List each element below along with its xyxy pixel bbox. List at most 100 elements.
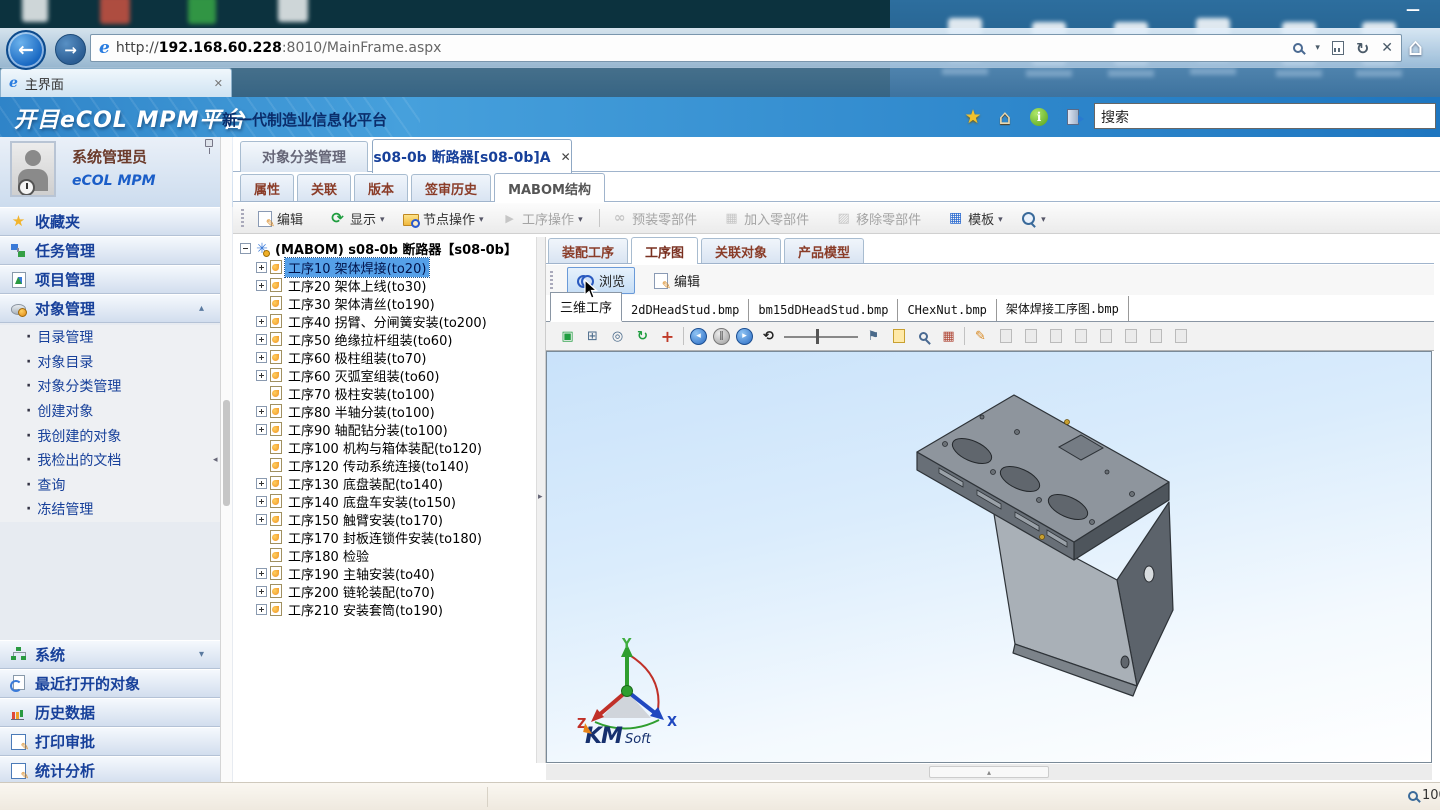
sidebar-subitem[interactable]: 对象目录 [0, 350, 221, 375]
expand-icon[interactable] [256, 406, 267, 417]
sidebar-group-projects[interactable]: 项目管理 [0, 265, 221, 294]
tree-item[interactable]: 工序120 传动系统连接(to140) [238, 456, 534, 474]
tree-item[interactable]: 工序50 绝缘拉杆组装(to60) [238, 330, 534, 348]
expand-icon[interactable] [256, 352, 267, 363]
collapse-panel-button[interactable]: ▴ [929, 766, 1049, 778]
tree-item[interactable]: 工序30 架体清丝(to190) [238, 294, 534, 312]
file-tab[interactable]: bm15dDHeadStud.bmp [749, 299, 898, 321]
tree-item[interactable]: 工序70 极柱安装(to100) [238, 384, 534, 402]
favorites-star-icon[interactable]: ★ [962, 106, 984, 128]
stop-icon[interactable]: ✕ [1381, 40, 1393, 56]
zoom-window-icon[interactable]: ⊞ [583, 327, 602, 346]
zoom-indicator[interactable]: 100% [1408, 788, 1440, 803]
sidebar-scrollbar[interactable]: ◂ [220, 137, 232, 782]
process-operations-button[interactable]: 工序操作 [495, 206, 594, 231]
search-dropdown-icon[interactable]: ▾ [1315, 43, 1320, 53]
sidebar-subitem[interactable]: 目录管理 [0, 325, 221, 350]
expand-icon[interactable] [256, 514, 267, 525]
toolbar-separator[interactable] [964, 327, 965, 345]
sidebar-group-tasks[interactable]: 任务管理 [0, 236, 221, 265]
view-tab[interactable]: 版本 [354, 174, 408, 201]
collapse-arrow-icon[interactable] [199, 649, 211, 660]
expand-icon[interactable] [256, 586, 267, 597]
tree-item[interactable]: 工序210 安装套筒(to190) [238, 600, 534, 618]
remove-parts-button[interactable]: 移除零部件 [829, 206, 941, 231]
add-parts-button[interactable]: 加入零部件 [717, 206, 829, 231]
toolbar-separator[interactable] [683, 327, 684, 345]
expand-icon[interactable] [256, 280, 267, 291]
jump-marker-icon[interactable]: ⚑ [864, 327, 883, 346]
expand-icon[interactable] [256, 370, 267, 381]
browser-tab[interactable]: e 主界面 ✕ [0, 68, 232, 97]
compatibility-view-icon[interactable] [1332, 41, 1344, 55]
tree-item[interactable]: 工序130 底盘装配(to140) [238, 474, 534, 492]
edit-button[interactable]: 编辑 [250, 206, 323, 231]
expand-icon[interactable] [256, 316, 267, 327]
address-bar[interactable]: e http://192.168.60.228:8010/MainFrame.a… [90, 34, 1402, 62]
tab-breaker-object[interactable]: s08-0b 断路器[s08-0b]A ✕ [372, 139, 572, 173]
tree-item[interactable]: 工序140 底盘车安装(to150) [238, 492, 534, 510]
node-operations-button[interactable]: 节点操作 [396, 206, 495, 231]
tree-root[interactable]: ✳ (MABOM) s08-0b 断路器【s08-0b】 [238, 239, 534, 258]
disabled-tool-icon[interactable] [1096, 327, 1115, 346]
disabled-tool-icon[interactable] [996, 327, 1015, 346]
tree-item[interactable]: 工序170 封板连锁件安装(to180) [238, 528, 534, 546]
view-tab[interactable]: 关联 [297, 174, 351, 201]
window-minimize-button[interactable]: — [1406, 2, 1420, 18]
file-tab[interactable]: CHexNut.bmp [898, 299, 996, 321]
disabled-tool-icon[interactable] [1121, 327, 1140, 346]
step-back-icon[interactable]: ◂ [690, 328, 707, 345]
file-tab[interactable]: 2dDHeadStud.bmp [622, 299, 749, 321]
logout-door-icon[interactable] [1067, 109, 1079, 125]
process-tab[interactable]: 产品模型 [784, 238, 864, 263]
file-tab[interactable]: 架体焊接工序图.bmp [997, 296, 1129, 321]
tree-item[interactable]: 工序10 架体焊接(to20) [238, 258, 534, 276]
view-tab[interactable]: MABOM结构 [494, 173, 605, 202]
progress-slider[interactable] [784, 327, 858, 346]
view-tab[interactable]: 属性 [240, 174, 294, 201]
tree-item[interactable]: 工序190 主轴安装(to40) [238, 564, 534, 582]
process-tab[interactable]: 装配工序 [548, 238, 628, 263]
pin-icon[interactable] [205, 139, 213, 147]
sidebar-group-statistics[interactable]: 统计分析 [0, 756, 221, 782]
disabled-tool-icon[interactable] [1071, 327, 1090, 346]
search-tool-button[interactable] [1014, 207, 1057, 230]
view-tab[interactable]: 签审历史 [411, 174, 491, 201]
expand-icon[interactable] [256, 568, 267, 579]
tree-item[interactable]: 工序100 机构与箱体装配(to120) [238, 438, 534, 456]
magnifier-icon[interactable] [914, 327, 933, 346]
sidebar-group-objects[interactable]: 对象管理 [0, 294, 221, 323]
sidebar-subitem[interactable]: 查询 [0, 473, 221, 498]
tab-close-icon[interactable]: ✕ [214, 77, 223, 90]
expand-icon[interactable] [256, 424, 267, 435]
fit-view-icon[interactable]: ▣ [558, 327, 577, 346]
expand-icon[interactable] [256, 496, 267, 507]
toolbar-separator[interactable] [599, 209, 600, 227]
scrollbar-thumb[interactable] [223, 400, 230, 506]
expand-icon[interactable] [256, 262, 267, 273]
tab-close-icon[interactable]: ✕ [561, 150, 571, 164]
zoom-select-icon[interactable]: ◎ [608, 327, 627, 346]
disabled-tool-icon[interactable] [1021, 327, 1040, 346]
tab-classification-management[interactable]: 对象分类管理 [240, 141, 368, 172]
display-button[interactable]: 显示 [323, 206, 396, 231]
disabled-tool-icon[interactable] [1171, 327, 1190, 346]
replay-icon[interactable]: ⟲ [759, 327, 778, 346]
tree-item[interactable]: 工序150 触臂安装(to170) [238, 510, 534, 528]
expand-icon[interactable] [256, 478, 267, 489]
sidebar-collapse-icon[interactable]: ◂ [213, 455, 218, 465]
disabled-tool-icon[interactable] [1046, 327, 1065, 346]
process-tab[interactable]: 工序图 [631, 237, 698, 264]
collapse-arrow-icon[interactable] [199, 303, 211, 314]
preassemble-parts-button[interactable]: 预装零部件 [605, 206, 717, 231]
step-forward-icon[interactable]: ▸ [736, 328, 753, 345]
sidebar-group-recent-objects[interactable]: 最近打开的对象 [0, 669, 221, 698]
pan-icon[interactable]: + [658, 327, 677, 346]
browser-forward-button[interactable]: → [55, 34, 86, 65]
pause-icon[interactable]: ‖ [713, 328, 730, 345]
capture-icon[interactable]: ▦ [939, 327, 958, 346]
tree-item[interactable]: 工序60 极柱组装(to70) [238, 348, 534, 366]
tree-item[interactable]: 工序20 架体上线(to30) [238, 276, 534, 294]
rotate-icon[interactable]: ↻ [633, 327, 652, 346]
disabled-tool-icon[interactable] [1146, 327, 1165, 346]
